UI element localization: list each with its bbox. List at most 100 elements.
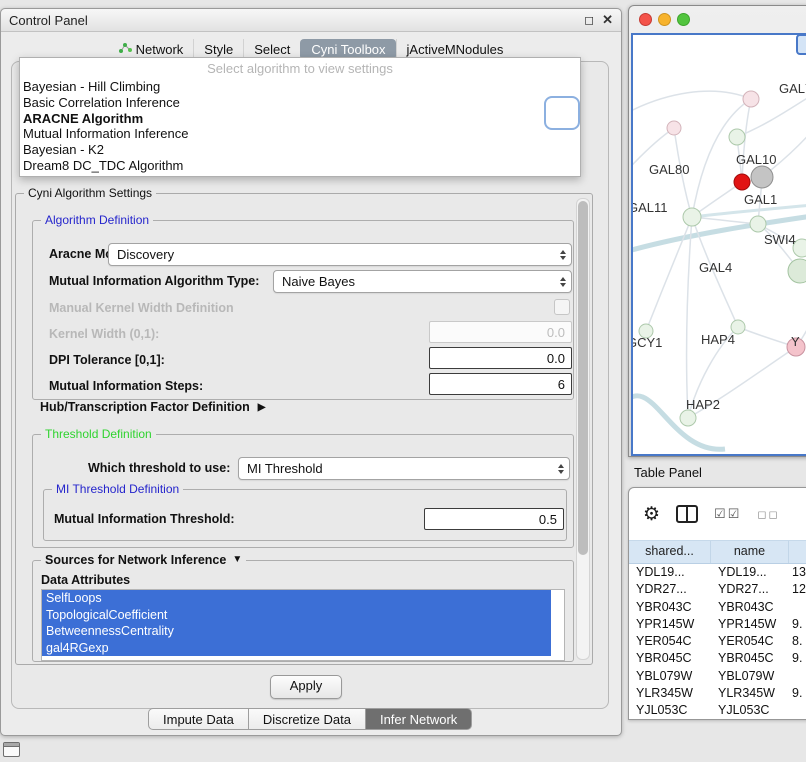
kernel-width-field[interactable]: 0.0 <box>429 321 572 343</box>
dropdown-option-bayesian-k2[interactable]: Bayesian - K2 <box>20 142 580 158</box>
network-canvas[interactable]: GAL7GAL80GAL10GAL11GAL1SWI4GAL4GCY1HAP4Y… <box>631 33 806 456</box>
window-title: Control Panel <box>9 13 88 28</box>
gear-icon[interactable]: ⚙ <box>643 505 660 524</box>
dropdown-option-dream8-dc-tdc-algorithm[interactable]: Dream8 DC_TDC Algorithm <box>20 158 580 174</box>
attr-list-item[interactable]: SelfLoops <box>42 590 551 607</box>
network-view-window: GAL7GAL80GAL10GAL11GAL1SWI4GAL4GCY1HAP4Y… <box>628 5 806 457</box>
threshold-definition-group: Threshold Definition Which threshold to … <box>32 434 574 548</box>
dropdown-option-mutual-information-inference[interactable]: Mutual Information Inference <box>20 126 580 142</box>
hub-definition-toggle[interactable]: Hub/Transcription Factor Definition ▶ <box>40 400 265 414</box>
table-row[interactable]: YDR27...YDR27...12 <box>629 581 806 598</box>
network-node[interactable] <box>667 121 681 135</box>
network-node[interactable] <box>680 410 696 426</box>
float-window-icon[interactable]: ◻ <box>584 13 594 27</box>
network-node-label: SWI4 <box>764 232 796 247</box>
network-tab-icon <box>119 42 132 57</box>
dropdown-placeholder: Select algorithm to view settings <box>20 58 580 79</box>
which-threshold-label: Which threshold to use: <box>88 461 230 475</box>
table-row[interactable]: YDL19...YDL19...13 <box>629 564 806 581</box>
apply-button[interactable]: Apply <box>270 675 342 699</box>
combo-value: Discovery <box>117 247 174 262</box>
bottom-tab-discretize-data[interactable]: Discretize Data <box>249 708 366 730</box>
dropdown-options: Bayesian - Hill ClimbingBasic Correlatio… <box>20 79 580 174</box>
attr-list-item[interactable]: TopologicalCoefficient <box>42 607 551 624</box>
table-cell: YPR145W <box>629 616 711 633</box>
table-cell: YER054C <box>711 633 789 650</box>
attr-list-item[interactable]: BetweennessCentrality <box>42 623 551 640</box>
manual-kernel-checkbox[interactable] <box>554 299 570 315</box>
table-cell: YER054C <box>629 633 711 650</box>
close-icon[interactable]: ✕ <box>602 12 613 28</box>
scrollbar-thumb[interactable] <box>578 201 588 555</box>
algorithm-dropdown: Select algorithm to view settings Bayesi… <box>19 57 581 177</box>
table-cell: YDR27... <box>711 581 789 598</box>
which-threshold-select[interactable]: MI Threshold <box>238 457 570 480</box>
table-cell: YDL19... <box>711 564 789 581</box>
mi-type-label: Mutual Information Algorithm Type: <box>49 274 259 288</box>
table-cell: 8. <box>789 633 806 650</box>
network-corner-widget[interactable] <box>796 34 806 55</box>
table-body: YDL19...YDL19...13YDR27...YDR27...12YBR0… <box>629 564 806 720</box>
tab-label: Network <box>136 42 184 57</box>
table-header-cell[interactable]: shared... <box>629 541 711 563</box>
table-row[interactable]: YPR145WYPR145W9. <box>629 616 806 633</box>
settings-scrollbar[interactable] <box>576 198 590 660</box>
mi-steps-field[interactable]: 6 <box>429 373 572 395</box>
select-all-checkboxes-icon[interactable]: ☑☑ <box>714 506 741 522</box>
network-node[interactable] <box>683 208 701 226</box>
dpi-tolerance-field[interactable]: 0.0 <box>429 347 572 369</box>
table-toolbar: ⚙ ☑☑ ◻◻ <box>629 488 806 540</box>
table-row[interactable]: YBR045CYBR045C9. <box>629 650 806 667</box>
bottom-tab-bar: Impute DataDiscretize DataInfer Network <box>148 708 472 730</box>
network-edge <box>692 217 758 224</box>
table-row[interactable]: YBR043CYBR043C <box>629 599 806 616</box>
network-node[interactable] <box>751 166 773 188</box>
chevron-updown-icon <box>560 250 566 260</box>
data-attributes-list[interactable]: SelfLoopsTopologicalCoefficientBetweenne… <box>41 589 565 661</box>
table-cell: YBR045C <box>629 650 711 667</box>
dropdown-option-bayesian-hill-climbing[interactable]: Bayesian - Hill Climbing <box>20 79 580 95</box>
sources-toggle[interactable]: Sources for Network Inference ▼ <box>41 553 246 567</box>
table-cell: YBR043C <box>629 599 711 616</box>
table-row[interactable]: YBL079WYBL079W <box>629 668 806 685</box>
table-cell: YBL079W <box>711 668 789 685</box>
table-header-cell[interactable] <box>789 541 806 563</box>
deselect-checkboxes-icon[interactable]: ◻◻ <box>757 508 779 521</box>
combo-value: Naive Bayes <box>282 274 355 289</box>
columns-icon[interactable] <box>676 505 698 523</box>
network-node[interactable] <box>743 91 759 107</box>
dropdown-option-basic-correlation-inference[interactable]: Basic Correlation Inference <box>20 95 580 111</box>
table-row[interactable]: YER054CYER054C8. <box>629 633 806 650</box>
minimize-traffic-light[interactable] <box>658 13 671 26</box>
bottom-tab-impute-data[interactable]: Impute Data <box>148 708 249 730</box>
docked-panel-icon[interactable] <box>3 742 20 757</box>
table-row[interactable]: YJL053CYJL053C <box>629 702 806 719</box>
algorithm-definition-title: Algorithm Definition <box>41 213 153 227</box>
network-window-titlebar <box>629 6 806 32</box>
table-row[interactable]: YLR345WYLR345W9. <box>629 685 806 702</box>
dropdown-option-aracne-algorithm[interactable]: ARACNE Algorithm <box>20 111 580 127</box>
table-cell: YBR043C <box>711 599 789 616</box>
zoom-traffic-light[interactable] <box>677 13 690 26</box>
table-panel-title: Table Panel <box>634 465 702 480</box>
bottom-tab-infer-network[interactable]: Infer Network <box>366 708 472 730</box>
network-node[interactable] <box>734 174 750 190</box>
table-cell: YBL079W <box>629 668 711 685</box>
mi-algorithm-type-select[interactable]: Naive Bayes <box>273 270 572 293</box>
network-node[interactable] <box>788 259 806 283</box>
attr-list-item[interactable]: gal4RGexp <box>42 640 551 657</box>
network-node[interactable] <box>750 216 766 232</box>
table-cell: YPR145W <box>711 616 789 633</box>
sources-title: Sources for Network Inference <box>45 553 226 567</box>
network-node[interactable] <box>729 129 745 145</box>
table-header-cell[interactable]: name <box>711 541 789 563</box>
close-traffic-light[interactable] <box>639 13 652 26</box>
table-cell: YDR27... <box>629 581 711 598</box>
table-cell: YJL053C <box>629 702 711 719</box>
table-cell: YDL19... <box>629 564 711 581</box>
mi-threshold-field[interactable]: 0.5 <box>424 508 564 530</box>
table-cell <box>789 668 806 685</box>
mi-threshold-label: Mutual Information Threshold: <box>54 512 235 526</box>
table-cell: 9. <box>789 650 806 667</box>
aracne-mode-select[interactable]: Discovery <box>108 243 572 266</box>
